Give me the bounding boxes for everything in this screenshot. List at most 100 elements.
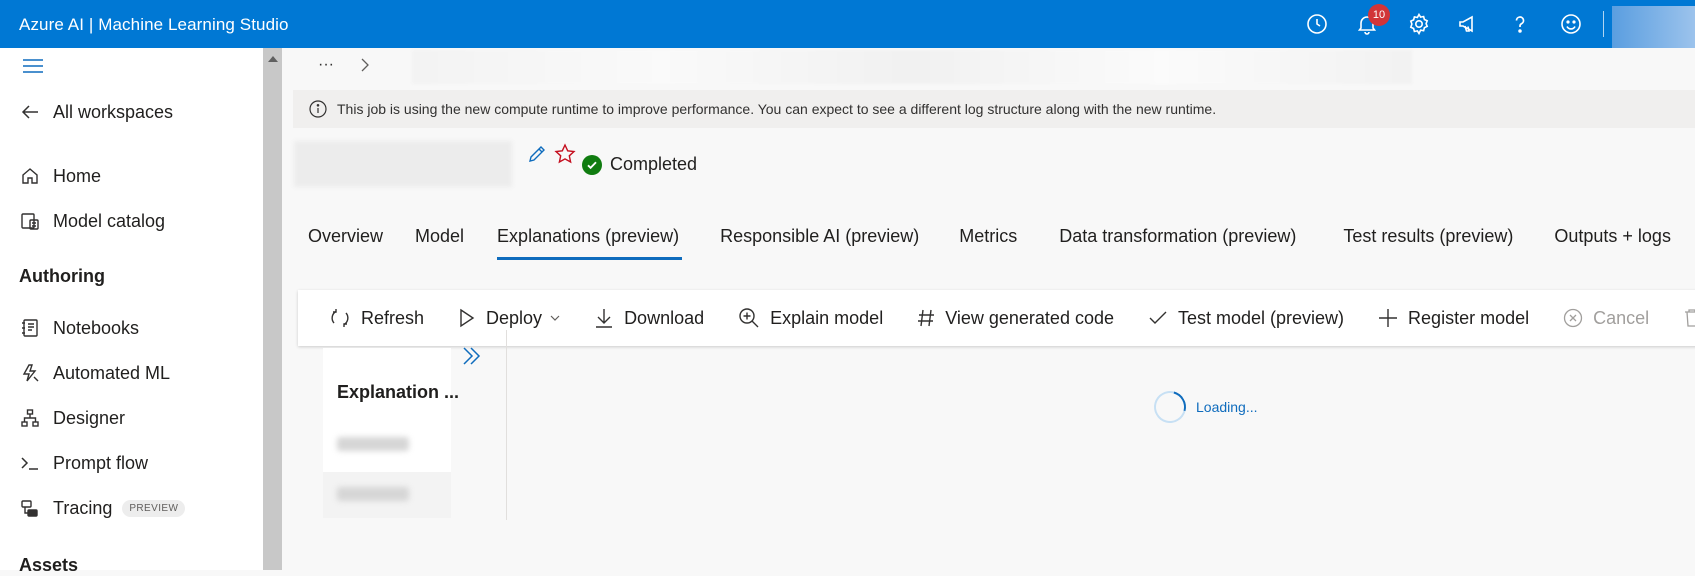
- scroll-up-arrow-icon[interactable]: [268, 56, 278, 62]
- explanations-list-heading: Explanation ...: [337, 382, 460, 402]
- smiley-icon[interactable]: [1557, 10, 1585, 38]
- checkmark-icon: [1148, 310, 1168, 326]
- gear-icon[interactable]: [1405, 10, 1433, 38]
- tab-test-results[interactable]: Test results (preview): [1343, 216, 1513, 256]
- chevron-down-icon: [550, 314, 560, 322]
- deploy-label: Deploy: [486, 307, 543, 328]
- breadcrumb: ···: [318, 56, 370, 74]
- section-heading-authoring: Authoring: [19, 266, 105, 286]
- panel-divider: [506, 330, 507, 520]
- info-message-bar: This job is using the new compute runtim…: [293, 90, 1695, 128]
- sidebar-item-label: Designer: [53, 407, 126, 428]
- header-divider: [1603, 11, 1604, 37]
- info-message-text: This job is using the new compute runtim…: [337, 101, 1217, 117]
- account-avatar[interactable]: [1612, 6, 1695, 54]
- home-icon: [19, 165, 41, 187]
- sidebar-item-prompt-flow[interactable]: Prompt flow: [0, 445, 148, 481]
- zoom-in-icon: [738, 307, 760, 329]
- favorite-star-icon[interactable]: [554, 143, 576, 165]
- chevron-right-icon: [360, 58, 370, 72]
- notebook-icon: [19, 317, 41, 339]
- play-icon: [458, 308, 476, 328]
- explain-model-label: Explain model: [770, 307, 884, 328]
- test-model-button[interactable]: Test model (preview): [1148, 308, 1344, 329]
- top-bar: Azure AI | Machine Learning Studio 10: [0, 0, 1695, 54]
- sidebar-item-label: All workspaces: [53, 101, 174, 122]
- explanation-list-item[interactable]: [323, 422, 451, 468]
- sidebar-item-label: Prompt flow: [53, 452, 149, 473]
- command-bar: Refresh Deploy Download Explain model Vi…: [298, 290, 1695, 346]
- tab-outputs-logs[interactable]: Outputs + logs: [1554, 216, 1671, 256]
- sidebar-item-label: Model catalog: [53, 210, 166, 231]
- section-heading-assets: Assets: [19, 555, 79, 575]
- delete-button[interactable]: [1683, 308, 1695, 328]
- explain-model-button[interactable]: Explain model: [738, 307, 883, 329]
- megaphone-icon[interactable]: [1455, 10, 1483, 38]
- loading-text: Loading...: [1196, 399, 1258, 415]
- download-icon: [594, 307, 614, 329]
- test-model-label: Test model (preview): [1177, 307, 1345, 328]
- tab-data-transformation[interactable]: Data transformation (preview): [1059, 216, 1296, 256]
- sidebar-item-designer[interactable]: Designer: [0, 400, 125, 436]
- notification-badge: 10: [1368, 4, 1390, 26]
- history-icon[interactable]: [1303, 10, 1331, 38]
- refresh-label: Refresh: [361, 307, 425, 328]
- designer-icon: [19, 407, 41, 429]
- hashtag-icon: [917, 308, 935, 328]
- app-title[interactable]: Azure AI | Machine Learning Studio: [19, 0, 289, 50]
- spinner-icon: [1148, 385, 1192, 429]
- sidebar-item-home[interactable]: Home: [0, 158, 101, 194]
- explanations-list-panel: Explanation ...: [323, 348, 459, 518]
- hamburger-menu-icon[interactable]: [22, 58, 44, 74]
- tab-model[interactable]: Model: [415, 216, 464, 256]
- edit-pencil-icon[interactable]: [527, 144, 547, 164]
- download-button[interactable]: Download: [594, 307, 704, 329]
- help-icon[interactable]: [1506, 10, 1534, 38]
- sidebar: All workspaces Home Model catalog Author…: [0, 48, 263, 575]
- sidebar-item-tracing[interactable]: Tracing PREVIEW: [0, 490, 186, 526]
- prompt-flow-icon: [19, 452, 41, 474]
- model-catalog-icon: [19, 210, 41, 232]
- cancel-label: Cancel: [1593, 307, 1650, 328]
- job-status-label: Completed: [610, 154, 698, 174]
- deploy-button[interactable]: Deploy: [458, 308, 560, 329]
- trash-icon: [1683, 308, 1695, 328]
- tab-responsible-ai[interactable]: Responsible AI (preview): [720, 216, 919, 256]
- sidebar-item-label: Notebooks: [53, 317, 140, 338]
- sidebar-item-model-catalog[interactable]: Model catalog: [0, 203, 165, 239]
- job-title-redacted: [294, 141, 512, 187]
- info-icon: [309, 100, 327, 118]
- sidebar-item-automated-ml[interactable]: Automated ML: [0, 355, 170, 391]
- refresh-button[interactable]: Refresh: [329, 307, 424, 329]
- sidebar-item-label: Tracing: [53, 497, 113, 518]
- tab-metrics[interactable]: Metrics: [959, 216, 1017, 256]
- view-generated-code-label: View generated code: [945, 307, 1114, 328]
- tab-explanations[interactable]: Explanations (preview): [497, 216, 683, 260]
- automl-icon: [19, 362, 41, 384]
- register-model-button[interactable]: Register model: [1378, 308, 1529, 329]
- sidebar-scrollbar[interactable]: [263, 48, 282, 570]
- breadcrumb-overflow-button[interactable]: ···: [318, 56, 334, 74]
- plus-icon: [1378, 308, 1398, 328]
- double-chevron-right-icon[interactable]: [460, 346, 482, 366]
- explanation-list-item[interactable]: [323, 472, 451, 518]
- sidebar-item-label: Home: [53, 165, 102, 186]
- check-circle-icon: [582, 154, 602, 175]
- view-generated-code-button[interactable]: View generated code: [917, 308, 1114, 329]
- register-model-label: Register model: [1408, 307, 1530, 328]
- arrow-left-icon: [19, 101, 41, 123]
- sidebar-item-all-workspaces[interactable]: All workspaces: [0, 94, 173, 130]
- sidebar-item-label: Automated ML: [53, 362, 171, 383]
- tab-strip: Overview Model Explanations (preview) Re…: [308, 216, 1695, 260]
- main-content: ··· This job is using the new compute ru…: [282, 48, 1695, 570]
- cancel-button[interactable]: Cancel: [1563, 308, 1649, 329]
- loading-indicator: Loading...: [1148, 385, 1258, 429]
- job-status: Completed: [582, 154, 697, 175]
- refresh-icon: [329, 307, 351, 329]
- tracing-icon: [19, 497, 41, 519]
- download-label: Download: [624, 307, 705, 328]
- cancel-circle-icon: [1563, 308, 1583, 328]
- sidebar-item-notebooks[interactable]: Notebooks: [0, 310, 139, 346]
- tab-overview[interactable]: Overview: [308, 216, 383, 256]
- breadcrumb-redacted: [412, 50, 1412, 84]
